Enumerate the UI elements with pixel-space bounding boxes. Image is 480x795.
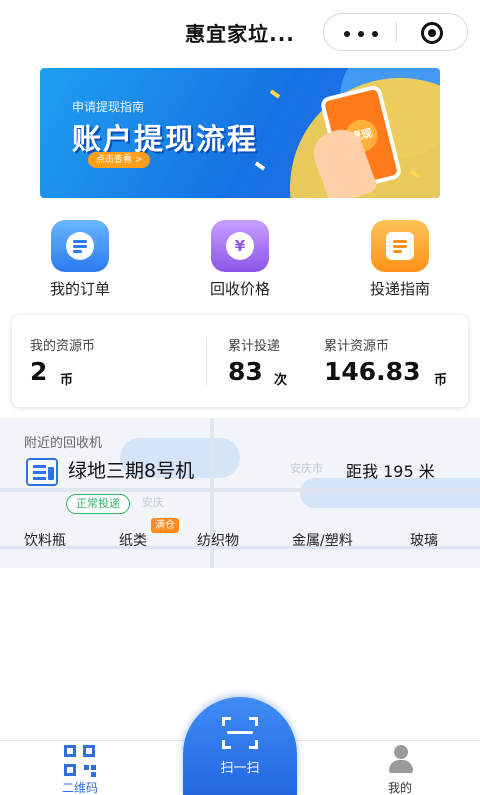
order-icon bbox=[51, 220, 109, 272]
capsule-divider bbox=[396, 22, 397, 42]
nav-header: 惠宜家垃... bbox=[0, 0, 480, 62]
machine-name: 绿地三期8号机 bbox=[68, 460, 195, 482]
price-icon: ¥ bbox=[211, 220, 269, 272]
banner-spark bbox=[269, 89, 281, 99]
mini-program-capsule bbox=[323, 13, 468, 51]
map-road bbox=[0, 488, 480, 492]
tab-mine[interactable]: 我的 bbox=[360, 743, 440, 795]
full-capacity-badge: 满仓 bbox=[151, 518, 179, 533]
menu-delivery-guide[interactable]: 投递指南 bbox=[330, 220, 470, 300]
more-dots-icon[interactable] bbox=[344, 31, 378, 37]
map-city-label: 安庆 bbox=[142, 496, 164, 509]
scan-label: 扫一扫 bbox=[220, 761, 260, 776]
target-circle-icon[interactable] bbox=[421, 22, 443, 44]
banner-view-button[interactable]: 点击查看 > bbox=[88, 152, 151, 168]
machine-distance: 距我 195 米 bbox=[346, 462, 435, 481]
total-coins-unit: 币 bbox=[434, 373, 448, 388]
menu-my-orders[interactable]: 我的订单 bbox=[10, 220, 150, 300]
qr-code-icon bbox=[64, 745, 96, 777]
category-item: 金属/塑料 bbox=[292, 533, 353, 549]
scan-button[interactable]: 扫一扫 bbox=[183, 697, 297, 795]
map-city-label: 安庆市 bbox=[290, 462, 323, 475]
withdraw-banner[interactable]: 申请提现指南 账户提现流程 点击查看 > 提现 bbox=[40, 68, 440, 198]
recycle-machine-icon bbox=[26, 458, 58, 486]
my-coins-value: 2 bbox=[30, 357, 48, 386]
menu-label: 投递指南 bbox=[369, 280, 430, 298]
tab-qrcode-label: 二维码 bbox=[61, 781, 98, 795]
map-road bbox=[0, 546, 480, 549]
page-title: 惠宜家垃... bbox=[185, 22, 295, 46]
scan-icon bbox=[222, 717, 258, 749]
nearby-machine-section[interactable]: 安庆 安庆市 附近的回收机 绿地三期8号机 距我 195 米 正常投递 满仓 饮… bbox=[0, 418, 480, 568]
menu-label: 我的订单 bbox=[49, 280, 110, 298]
yen-glyph: ¥ bbox=[234, 237, 246, 255]
resource-summary-card: 我的资源币 2 币 累计投递 83 次 累计资源币 146.83 币 bbox=[12, 315, 468, 407]
delivery-count-label: 累计投递 bbox=[228, 339, 281, 354]
category-item: 玻璃 bbox=[410, 533, 438, 549]
banner-subtitle: 申请提现指南 bbox=[72, 100, 145, 114]
banner-spark bbox=[254, 161, 266, 171]
total-coins-label: 累计资源币 bbox=[324, 339, 390, 354]
tab-qrcode[interactable]: 二维码 bbox=[40, 743, 120, 795]
category-item: 纸类 bbox=[119, 533, 147, 549]
total-coins-value: 146.83 bbox=[324, 357, 421, 386]
menu-label: 回收价格 bbox=[209, 280, 270, 298]
card-divider bbox=[206, 337, 207, 385]
category-item: 纺织物 bbox=[197, 533, 239, 549]
tab-mine-label: 我的 bbox=[387, 781, 412, 795]
delivery-count-value: 83 bbox=[228, 357, 263, 386]
map-water bbox=[300, 478, 480, 508]
my-coins-label: 我的资源币 bbox=[30, 339, 96, 354]
delivery-count-unit: 次 bbox=[274, 373, 288, 388]
guide-icon bbox=[371, 220, 429, 272]
category-item: 饮料瓶 bbox=[24, 533, 66, 549]
status-badge: 正常投递 bbox=[66, 494, 130, 514]
nearby-title: 附近的回收机 bbox=[24, 436, 103, 451]
menu-recycle-price[interactable]: ¥ 回收价格 bbox=[170, 220, 310, 300]
my-coins-unit: 币 bbox=[60, 373, 74, 388]
user-icon bbox=[387, 745, 415, 775]
